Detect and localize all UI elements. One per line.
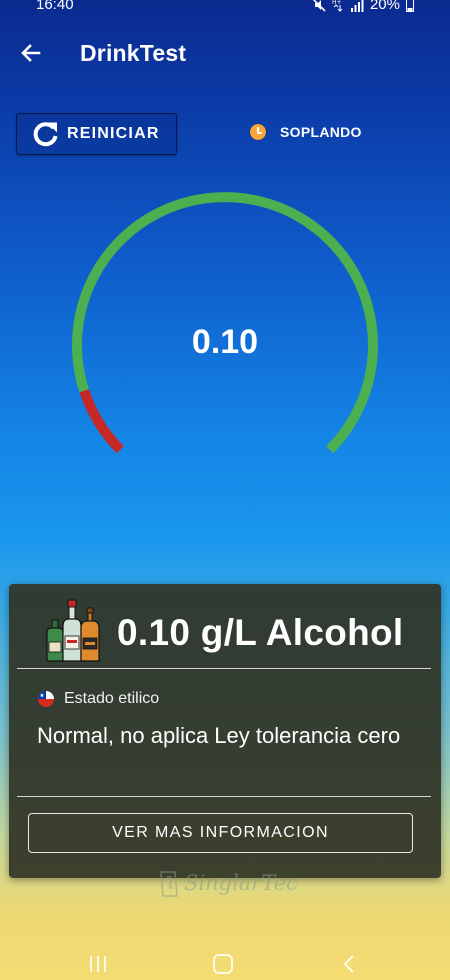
system-nav-bar [0,944,450,980]
brand-logo: SinglarTec [158,868,298,898]
reset-label: REINICIAR [67,125,160,142]
home-icon[interactable] [213,954,233,974]
chile-flag-icon [38,691,54,707]
signal-icon [350,0,364,12]
back-button[interactable] [18,40,44,66]
network-type-icon: H+ [332,0,343,12]
battery-icon [406,0,414,12]
gauge-arc-danger [79,389,124,454]
recents-icon[interactable] [88,955,108,973]
state-label: Estado etilico [64,690,160,707]
app-bar: DrinkTest [0,14,450,86]
bottles-icon [46,599,100,662]
battery-percent: 20% [369,0,400,13]
divider [17,668,431,669]
result-title: 0.10 g/L Alcohol [117,612,404,653]
back-icon[interactable] [340,954,358,974]
alcohol-gauge: 0.10 [0,180,450,500]
divider [17,796,431,797]
result-card: 0.10 g/L Alcohol Estado etilico Normal, … [9,584,441,878]
reset-button[interactable]: REINICIAR [16,113,177,155]
status-icons: H+ 20% [312,0,414,12]
brand-logo-text: SinglarTec [184,871,298,895]
more-info-button[interactable]: VER MAS INFORMACION [28,813,413,853]
blow-status-label: SOPLANDO [280,124,362,140]
refresh-icon [33,122,58,147]
blow-status: SOPLANDO [250,124,362,140]
logo-mark-icon [160,871,178,897]
status-time: 16:40 [36,0,74,13]
mute-icon [312,0,326,12]
arrow-left-icon [21,44,41,62]
app-title: DrinkTest [80,40,187,66]
status-bar: 16:40 H+ 20% [0,0,450,14]
state-value: Normal, no aplica Ley tolerancia cero [37,723,401,748]
gauge-value: 0.10 [191,323,259,361]
clock-icon [250,124,266,140]
